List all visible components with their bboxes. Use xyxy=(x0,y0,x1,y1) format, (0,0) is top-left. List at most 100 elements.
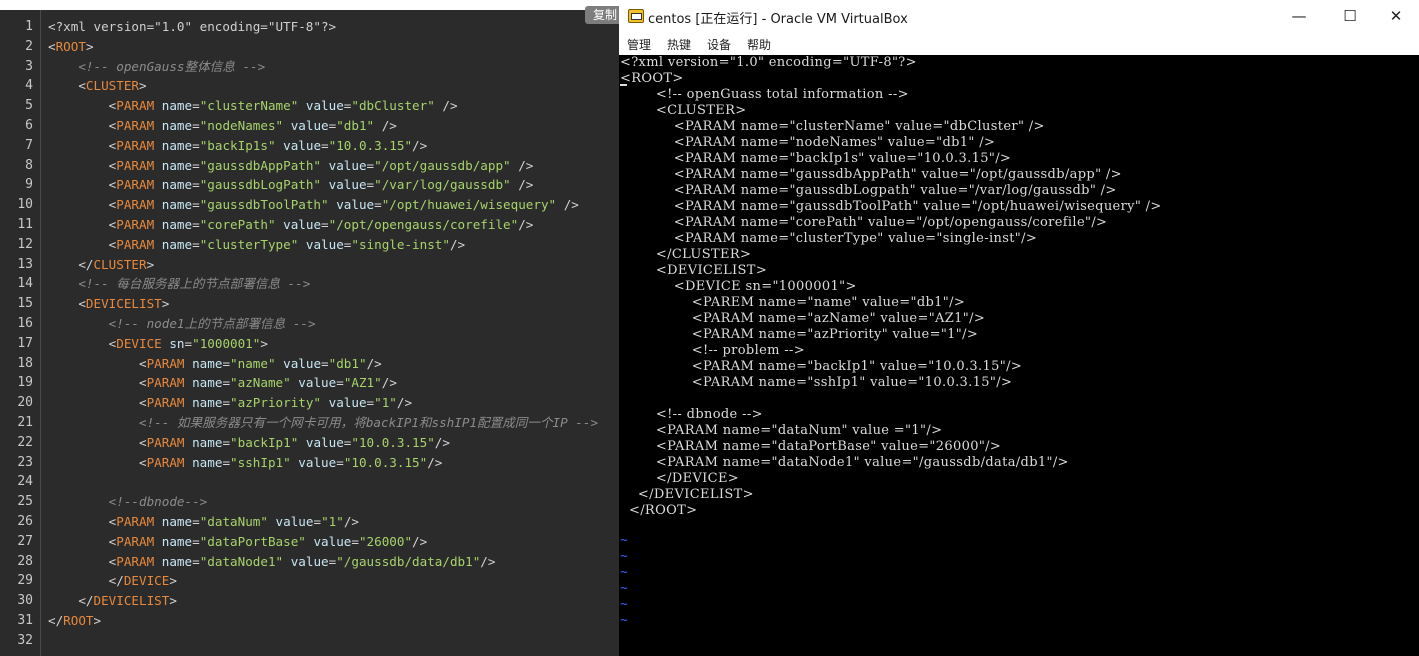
code-token: /> xyxy=(434,98,458,114)
code-token: = xyxy=(313,513,322,529)
code-token: value xyxy=(283,137,322,153)
console-line: <!-- openGuass total information --> xyxy=(620,87,909,102)
code-token: name xyxy=(161,513,193,529)
code-token: /> xyxy=(366,355,382,371)
console-line: <PARAM name="gaussdbLogpath" value="/var… xyxy=(620,183,1117,198)
console-line: <ROOT> xyxy=(620,71,684,86)
vm-console[interactable]: <?xml version="1.0" encoding="UTF-8"?> <R… xyxy=(619,55,1419,656)
code-area[interactable]: <?xml version="1.0" encoding="UTF-8"?> <R… xyxy=(48,17,598,651)
code-token: = xyxy=(192,117,200,133)
title-bar[interactable]: centos [正在运行] - Oracle VM VirtualBox — ☐… xyxy=(619,0,1419,33)
code-line: <!-- node1上的节点部署信息 --> xyxy=(48,314,598,334)
code-token: "clusterType" xyxy=(199,236,299,252)
code-token: = xyxy=(192,553,200,569)
code-token: CLUSTER xyxy=(85,78,139,94)
code-token: /> xyxy=(343,513,359,529)
code-token: "gaussdbAppPath" xyxy=(199,157,322,173)
menu-devices[interactable]: 设备 xyxy=(707,36,731,53)
console-line: <CLUSTER> xyxy=(620,103,747,118)
code-token: value xyxy=(283,355,322,371)
code-token: < xyxy=(48,38,56,54)
line-number-gutter: 1 2 3 4 5 6 7 8 9 10 11 12 13 14 15 16 17 18 19 20 21 22 23 24 2… xyxy=(0,10,41,656)
code-token: PARAM xyxy=(116,117,155,133)
code-token: <!-- node1上的节点部署信息 --> xyxy=(108,315,316,331)
menu-manage[interactable]: 管理 xyxy=(627,36,651,53)
code-token: "sshIp1" xyxy=(230,454,291,470)
console-line: <PARAM name="sshIp1" value="10.0.3.15"/> xyxy=(620,375,1013,390)
code-line: </DEVICE> xyxy=(48,571,598,591)
line-number: 32 xyxy=(17,632,33,648)
code-token: = xyxy=(184,335,193,351)
code-token: value xyxy=(275,513,314,529)
code-token: < xyxy=(48,177,117,193)
line-number: 18 xyxy=(17,355,33,371)
code-token: </ xyxy=(48,256,94,272)
code-token: > xyxy=(85,38,94,54)
code-token: > xyxy=(169,573,177,589)
console-text: <?xml version="1.0" encoding="UTF-8"?> <R… xyxy=(620,55,1162,519)
code-token: ROOT xyxy=(63,612,94,628)
code-token: PARAM xyxy=(116,197,155,213)
line-number: 5 xyxy=(25,98,33,114)
line-number: 29 xyxy=(17,573,33,589)
menu-help[interactable]: 帮助 xyxy=(747,36,771,53)
code-token: PARAM xyxy=(146,395,185,411)
code-token: > xyxy=(161,296,170,312)
code-token: /> xyxy=(381,375,397,391)
console-line: <PARAM name="clusterType" value="single-… xyxy=(620,231,1038,246)
code-token: < xyxy=(48,236,117,252)
line-number: 15 xyxy=(17,296,33,312)
code-line: <PARAM name="name" value="db1"/> xyxy=(48,354,598,374)
console-line: <PARAM name="dataNode1" value="/gaussdb/… xyxy=(620,455,1069,470)
code-token: = xyxy=(366,157,375,173)
menu-hotkeys[interactable]: 热键 xyxy=(667,36,691,53)
code-token: </ xyxy=(48,612,64,628)
code-token: value xyxy=(305,236,344,252)
virtualbox-window[interactable]: centos [正在运行] - Oracle VM VirtualBox — ☐… xyxy=(619,0,1419,656)
console-line: <DEVICELIST> xyxy=(620,263,768,278)
line-number: 27 xyxy=(17,533,33,549)
code-line: <DEVICE sn="1000001"> xyxy=(48,334,598,354)
code-line: <!-- 每台服务器上的节点部署信息 --> xyxy=(48,274,598,294)
code-line: <CLUSTER> xyxy=(48,76,598,96)
code-token: "gaussdbToolPath" xyxy=(199,197,329,213)
code-line: <!-- 如果服务器只有一个网卡可用，将backIP1和sshIP1配置成同一个… xyxy=(48,413,598,433)
code-token: /> xyxy=(396,395,413,411)
code-token: = xyxy=(192,533,200,549)
line-number: 8 xyxy=(25,157,33,173)
console-line: <PARAM name="azPriority" value="1"/> xyxy=(620,327,979,342)
code-token: name xyxy=(161,117,193,133)
line-number: 20 xyxy=(17,395,33,411)
code-token: = xyxy=(222,355,231,371)
code-token: value xyxy=(290,117,329,133)
code-token: "1000001" xyxy=(192,335,261,351)
code-token: /> xyxy=(427,454,443,470)
code-token: > xyxy=(139,78,147,94)
console-line: <PARAM name="azName" value="AZ1"/> xyxy=(620,311,986,326)
code-token: <!-- openGauss整体信息 --> xyxy=(78,58,266,74)
minimize-button[interactable]: — xyxy=(1279,4,1319,28)
code-token: <!--dbnode--> xyxy=(108,494,208,510)
code-token: value xyxy=(305,434,344,450)
code-token: < xyxy=(48,78,86,94)
code-token: PARAM xyxy=(116,533,155,549)
maximize-button[interactable]: ☐ xyxy=(1330,4,1370,28)
code-token: <!-- 如果服务器只有一个网卡可用，将backIP1和sshIP1配置成同一个… xyxy=(139,414,599,430)
code-token: /> xyxy=(556,197,579,213)
code-line: <PARAM name="gaussdbLogPath" value="/var… xyxy=(48,175,598,195)
tilde-marker: ~ xyxy=(620,565,628,580)
top-strip xyxy=(0,0,620,10)
code-token: name xyxy=(161,137,193,153)
close-button[interactable]: ✕ xyxy=(1376,4,1416,28)
console-line: <PARAM name="nodeNames" value="db1" /> xyxy=(620,135,996,150)
code-token: "10.0.3.15" xyxy=(328,137,413,153)
code-editor[interactable]: 1 2 3 4 5 6 7 8 9 10 11 12 13 14 15 16 17 18 19 20 21 22 23 24 2… xyxy=(0,10,620,656)
